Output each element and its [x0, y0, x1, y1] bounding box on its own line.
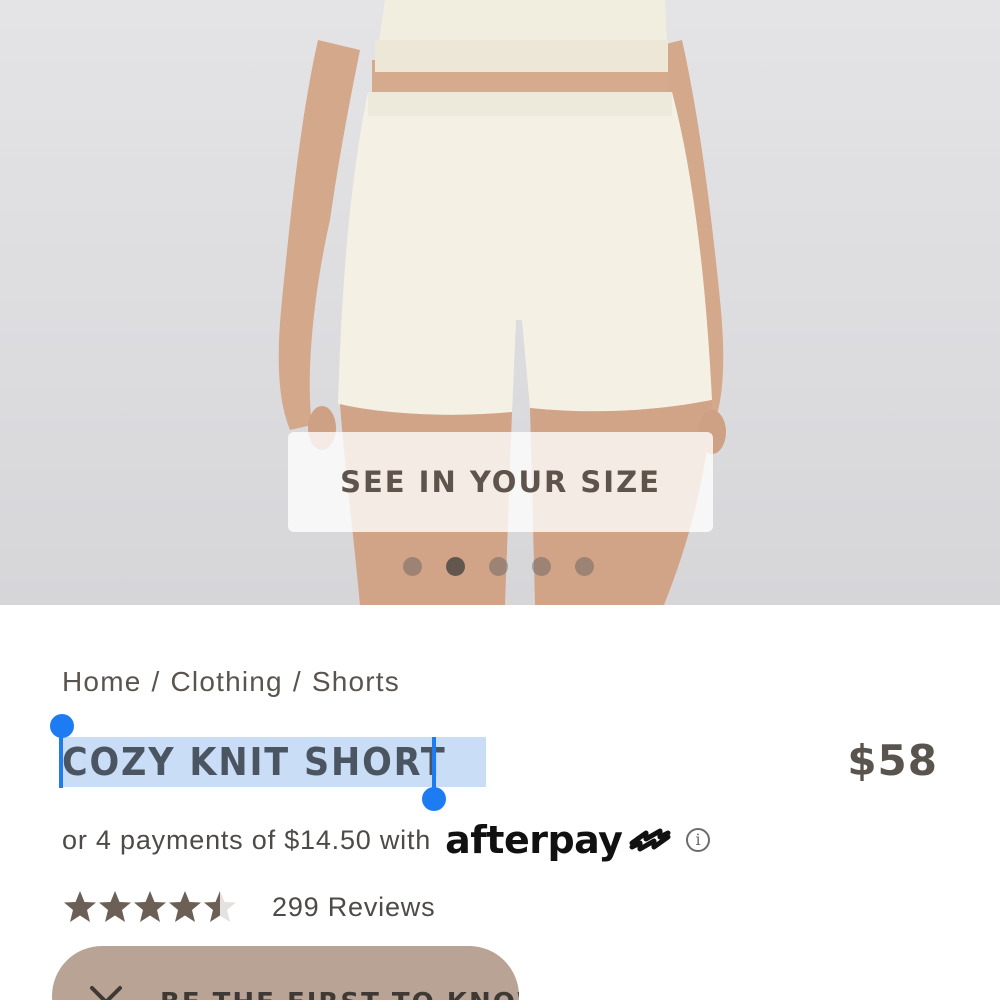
carousel-dot[interactable]	[532, 557, 551, 576]
breadcrumb-shorts[interactable]: Shorts	[312, 666, 400, 698]
selection-end-handle[interactable]	[422, 787, 446, 811]
carousel-pagination	[403, 557, 594, 576]
star-icon	[134, 891, 166, 922]
close-icon	[90, 986, 122, 1000]
selection-start-handle[interactable]	[50, 714, 74, 738]
selection-end-caret	[432, 737, 436, 793]
afterpay-logo: afterpay	[445, 818, 674, 862]
installments-text: or 4 payments of $14.50 with	[62, 824, 432, 855]
rating-row[interactable]: 299 Reviews	[62, 889, 435, 925]
info-icon[interactable]: i	[686, 828, 711, 852]
carousel-dot[interactable]	[403, 557, 422, 576]
carousel-dot[interactable]	[489, 557, 508, 576]
star-rating	[64, 891, 236, 922]
afterpay-arrows-icon	[629, 828, 671, 852]
installments-row: or 4 payments of $14.50 with afterpay i	[62, 818, 711, 862]
product-page: SEE IN YOUR SIZE Home / Clothing / Short…	[0, 0, 1000, 1000]
star-icon	[169, 891, 201, 922]
carousel-dot-active[interactable]	[446, 557, 465, 576]
notify-me-label: BE THE FIRST TO KNOW	[160, 988, 519, 1000]
product-title: COZY KNIT SHORT	[62, 740, 447, 784]
breadcrumb-home[interactable]: Home	[62, 666, 142, 698]
product-price: $58	[847, 736, 938, 785]
see-in-your-size-label: SEE IN YOUR SIZE	[340, 465, 661, 499]
breadcrumb-separator: /	[151, 666, 161, 697]
star-icon	[64, 891, 96, 922]
reviews-link[interactable]: 299 Reviews	[272, 892, 435, 923]
see-in-your-size-button[interactable]: SEE IN YOUR SIZE	[288, 432, 713, 532]
product-title-selection[interactable]: COZY KNIT SHORT	[60, 737, 486, 787]
breadcrumb-separator: /	[292, 666, 302, 697]
product-image-carousel[interactable]: SEE IN YOUR SIZE	[0, 0, 1000, 605]
carousel-dot[interactable]	[575, 557, 594, 576]
afterpay-wordmark: afterpay	[445, 818, 623, 862]
star-icon	[99, 891, 131, 922]
breadcrumb: Home / Clothing / Shorts	[62, 666, 400, 698]
half-star-icon	[204, 891, 236, 922]
notify-me-button[interactable]: BE THE FIRST TO KNOW	[52, 946, 519, 1000]
breadcrumb-clothing[interactable]: Clothing	[170, 666, 282, 698]
selection-start-caret	[59, 732, 63, 788]
